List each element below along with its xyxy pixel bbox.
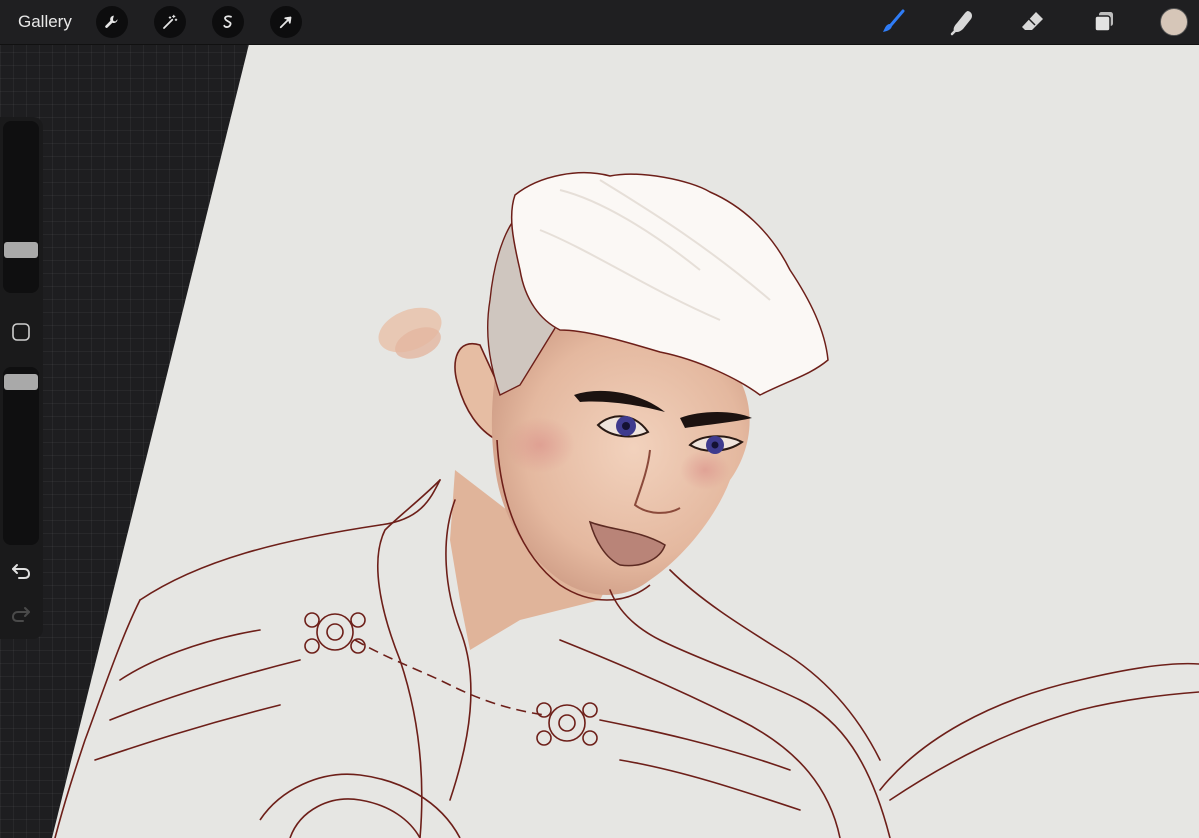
opacity-handle[interactable] <box>4 373 38 390</box>
wrench-icon <box>105 15 118 28</box>
undo-arrow-icon[interactable] <box>9 559 33 581</box>
square-icon[interactable] <box>11 322 31 342</box>
brush-size-slider[interactable] <box>3 121 39 293</box>
adjustments-button[interactable] <box>154 6 186 38</box>
arrow-cursor-icon <box>279 16 292 29</box>
selection-button[interactable] <box>212 6 244 38</box>
actions-button[interactable] <box>96 6 128 38</box>
magic-wand-icon <box>163 14 178 29</box>
eraser-tool-button[interactable] <box>1017 6 1049 38</box>
eraser-icon <box>1022 12 1043 30</box>
redo-arrow-icon[interactable] <box>9 602 33 624</box>
procreate-app: Gallery <box>0 0 1199 838</box>
top-toolbar: Gallery <box>0 0 1199 45</box>
transform-button[interactable] <box>270 6 302 38</box>
opacity-slider[interactable] <box>3 367 39 545</box>
left-sidebar <box>0 117 43 639</box>
layers-icon <box>1094 12 1113 32</box>
brush-size-handle[interactable] <box>4 241 38 258</box>
gallery-button[interactable]: Gallery <box>18 11 72 33</box>
color-picker-swatch[interactable] <box>1160 8 1188 36</box>
layers-button[interactable] <box>1088 6 1120 38</box>
smudge-finger-icon <box>950 11 972 36</box>
brush-tool-button[interactable] <box>877 6 909 38</box>
brush-icon <box>883 9 905 32</box>
drawing-canvas[interactable] <box>0 0 1199 838</box>
selection-s-icon <box>223 15 232 28</box>
smudge-tool-button[interactable] <box>947 6 979 38</box>
artwork[interactable] <box>0 0 1199 838</box>
